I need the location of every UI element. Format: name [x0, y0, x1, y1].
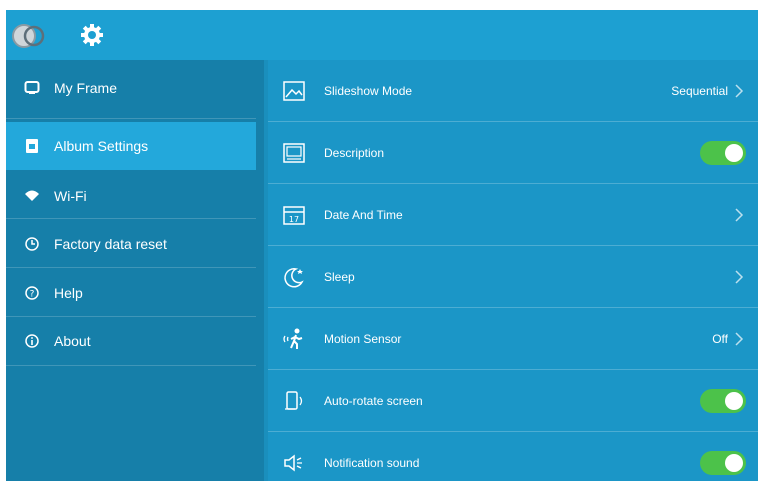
slideshow-mode-row[interactable]: Slideshow Mode Sequential — [268, 60, 758, 121]
sleep-row[interactable]: Sleep — [268, 246, 758, 307]
moon-icon — [282, 265, 306, 289]
slideshow-mode-label: Slideshow Mode — [324, 83, 413, 98]
auto-rotate-row[interactable]: Auto-rotate screen — [268, 370, 758, 431]
slideshow-icon — [282, 79, 306, 103]
divider — [6, 118, 256, 119]
description-row[interactable]: Description — [268, 122, 758, 183]
sidebar-item-wifi[interactable]: Wi-Fi — [6, 172, 256, 220]
sidebar-item-label: About — [54, 333, 91, 349]
sidebar-item-about[interactable]: About — [6, 317, 256, 365]
sidebar-item-help[interactable]: ? Help — [6, 269, 256, 317]
notification-sound-row[interactable]: Notification sound — [268, 432, 758, 481]
sidebar-item-label: My Frame — [54, 80, 117, 96]
toggle-off-icon[interactable] — [12, 19, 46, 53]
auto-rotate-toggle[interactable] — [700, 388, 746, 413]
date-and-time-label: Date And Time — [324, 207, 403, 222]
svg-text:17: 17 — [289, 215, 299, 224]
auto-rotate-label: Auto-rotate screen — [324, 393, 423, 408]
motion-sensor-row[interactable]: Motion Sensor Off — [268, 308, 758, 369]
slideshow-mode-value: Sequential — [671, 83, 728, 98]
toggle-knob — [725, 391, 743, 410]
reset-icon — [24, 236, 40, 252]
notification-sound-toggle[interactable] — [700, 450, 746, 475]
settings-list: Slideshow Mode Sequential Description 17… — [268, 60, 758, 481]
sidebar-item-album-settings[interactable]: Album Settings — [6, 122, 256, 170]
divider — [6, 365, 256, 366]
sleep-label: Sleep — [324, 269, 355, 284]
gear-icon[interactable] — [80, 23, 104, 47]
chevron-right-icon — [734, 83, 744, 98]
sidebar-item-my-frame[interactable]: My Frame — [6, 64, 256, 112]
top-bar — [6, 10, 758, 60]
description-icon — [282, 141, 306, 165]
motion-sensor-value: Off — [712, 331, 728, 346]
calendar-icon: 17 — [282, 203, 306, 227]
motion-icon — [282, 327, 306, 351]
frame-settings-screen: My Frame Album Settings Wi-Fi Factory da… — [6, 10, 758, 481]
sidebar-item-label: Wi-Fi — [54, 188, 87, 204]
svg-text:?: ? — [30, 290, 35, 300]
frame-icon — [24, 80, 40, 96]
date-and-time-row[interactable]: 17 Date And Time — [268, 184, 758, 245]
speaker-icon — [282, 451, 306, 475]
sidebar-item-label: Help — [54, 285, 83, 301]
wifi-icon — [24, 188, 40, 204]
toggle-knob — [725, 143, 743, 162]
divider — [6, 267, 256, 268]
chevron-right-icon — [734, 331, 744, 346]
sidebar-item-factory-reset[interactable]: Factory data reset — [6, 220, 256, 268]
motion-sensor-label: Motion Sensor — [324, 331, 402, 346]
toggle-knob — [725, 453, 743, 472]
description-toggle[interactable] — [700, 140, 746, 165]
album-icon — [24, 138, 40, 154]
chevron-right-icon — [734, 207, 744, 222]
description-label: Description — [324, 145, 385, 160]
sidebar-item-label: Album Settings — [54, 138, 149, 154]
help-icon: ? — [24, 285, 40, 301]
rotate-icon — [282, 389, 306, 413]
divider — [6, 218, 256, 219]
chevron-right-icon — [734, 269, 744, 284]
info-icon — [24, 333, 40, 349]
notification-sound-label: Notification sound — [324, 455, 420, 470]
settings-sidebar: My Frame Album Settings Wi-Fi Factory da… — [6, 60, 264, 481]
sidebar-item-label: Factory data reset — [54, 236, 167, 252]
